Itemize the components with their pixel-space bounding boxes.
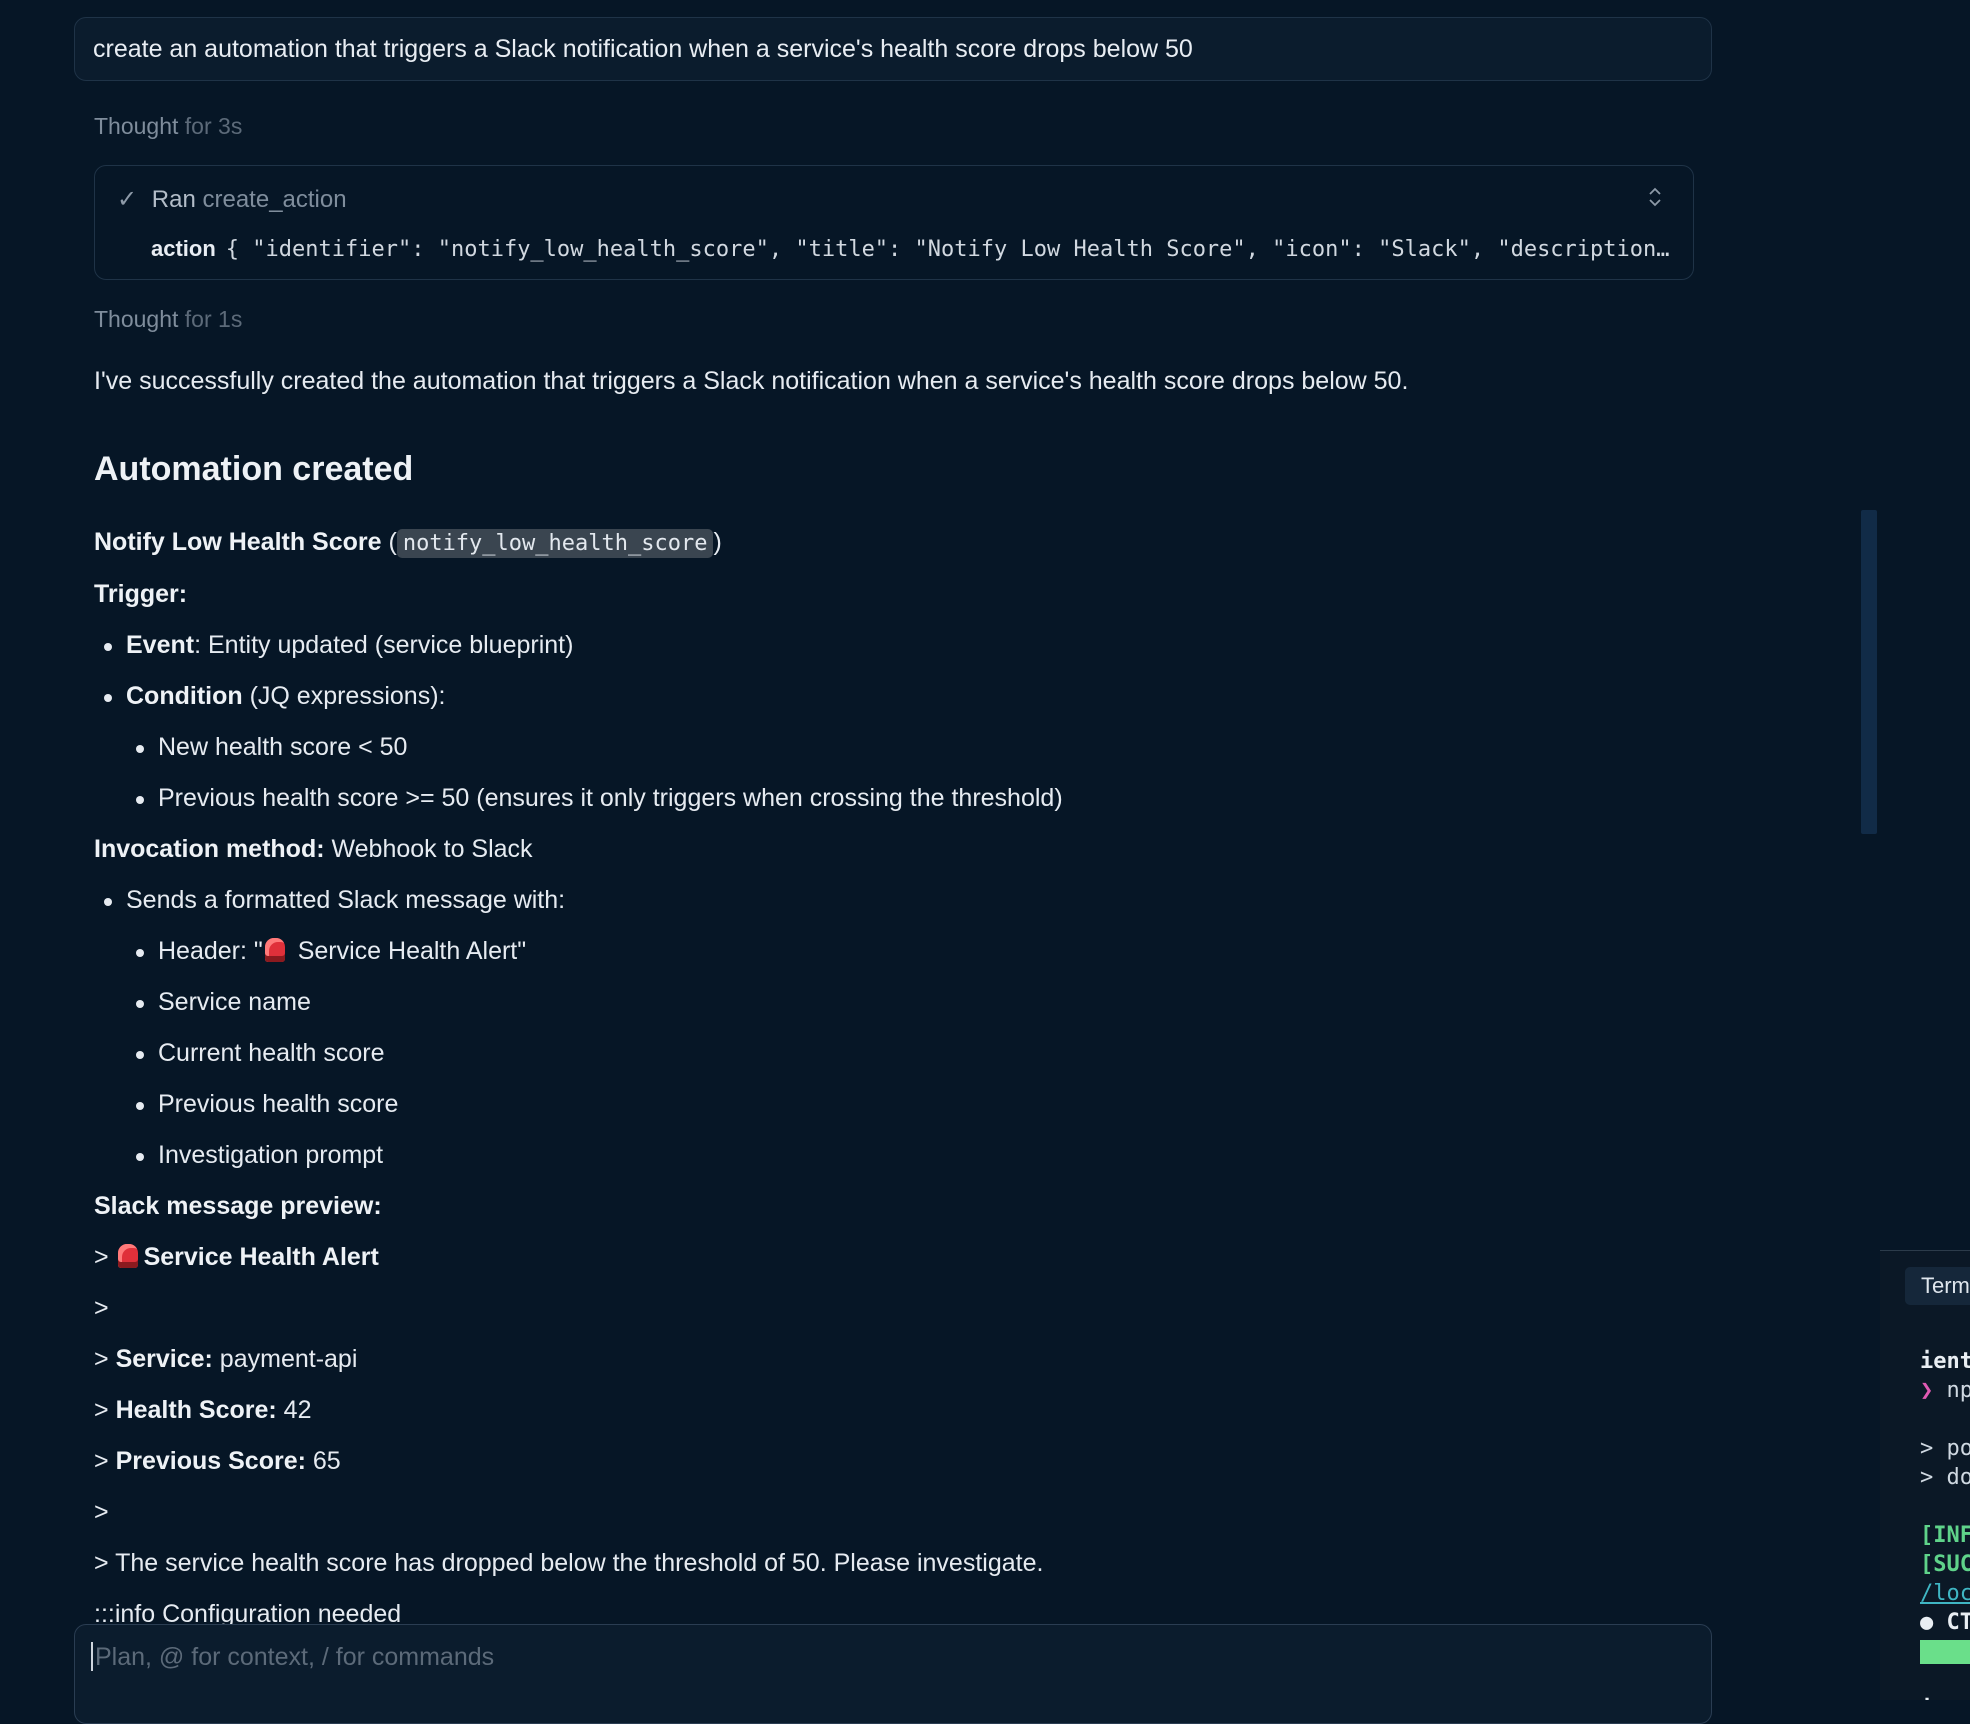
tool-call-card[interactable]: ✓ Ran create_action action { "identifier"…	[94, 165, 1694, 280]
service-label: Service:	[115, 1345, 213, 1373]
quote-char: >	[94, 1243, 109, 1271]
tool-call-header: ✓ Ran create_action	[117, 185, 347, 214]
siren-icon	[117, 1244, 138, 1268]
list-item: Investigation prompt	[136, 1130, 1654, 1181]
tool-call-name: create_action	[202, 186, 347, 213]
event-value: : Entity updated (service blueprint)	[194, 631, 574, 659]
terminal-line: ient	[1920, 1695, 1970, 1700]
list-item: Current health score	[136, 1028, 1654, 1079]
condition-label: Condition	[126, 682, 243, 710]
list-item: New health score < 50	[136, 722, 1654, 773]
message-fields-list: Header: " Service Health Alert" Service …	[126, 926, 1654, 1181]
response-intro: I've successfully created the automation…	[94, 367, 1409, 395]
quote-char: >	[94, 1447, 109, 1475]
terminal-line: [SUC	[1920, 1552, 1970, 1577]
previous-label: Previous Score:	[115, 1447, 306, 1475]
preview-title-line: > Service Health Alert	[94, 1232, 1654, 1283]
terminal-link[interactable]: /loc	[1920, 1579, 1970, 1608]
invocation-line: Invocation method: Webhook to Slack	[94, 824, 1654, 875]
chevron-up-down-icon[interactable]	[1647, 186, 1663, 208]
tool-arg-key: action	[151, 236, 216, 261]
terminal-output: ient ❯ np > po > do [INF [SUC /loc ● CT …	[1920, 1347, 1970, 1700]
response-heading: Automation created	[94, 450, 414, 488]
tool-call-status: Ran	[151, 186, 196, 213]
thought-indicator[interactable]: Thought for 3s	[94, 113, 242, 140]
user-prompt-text: create an automation that triggers a Sla…	[93, 35, 1193, 63]
conditions-list: New health score < 50 Previous health sc…	[126, 722, 1654, 824]
health-label: Health Score:	[115, 1396, 277, 1424]
preview-service-line: > Service: payment-api	[94, 1334, 1654, 1385]
quote-char: >	[94, 1396, 109, 1424]
condition-value: (JQ expressions):	[242, 682, 446, 710]
thought-label: Thought	[94, 306, 179, 332]
terminal-line: ❯ np	[1920, 1378, 1970, 1403]
progress-bar	[1920, 1640, 1970, 1664]
invocation-label: Invocation method:	[94, 835, 325, 863]
terminal-line: [INF	[1920, 1523, 1970, 1548]
scrollbar-thumb[interactable]	[1861, 510, 1877, 834]
list-item: Previous health score	[136, 1079, 1654, 1130]
quote-line: >	[94, 1294, 109, 1322]
list-item: Condition (JQ expressions): New health s…	[104, 671, 1654, 824]
health-value: 42	[276, 1396, 312, 1424]
preview-previous-line: > Previous Score: 65	[94, 1436, 1654, 1487]
service-value: payment-api	[212, 1345, 358, 1373]
preview-label: Slack message preview:	[94, 1192, 382, 1220]
chat-input-box[interactable]	[74, 1624, 1712, 1724]
terminal-line: > do	[1920, 1465, 1970, 1490]
list-item: Sends a formatted Slack message with: He…	[104, 875, 1654, 1181]
thought-label: Thought	[94, 113, 179, 139]
preview-title: Service Health Alert	[143, 1243, 379, 1271]
terminal-line: > po	[1920, 1436, 1970, 1461]
sends-text: Sends a formatted Slack message with:	[126, 886, 566, 914]
list-item: Previous health score >= 50 (ensures it …	[136, 773, 1654, 824]
terminal-panel[interactable]: Term ient ❯ np > po > do [INF [SUC /loc …	[1880, 1251, 1970, 1700]
tab-terminal[interactable]: Term	[1905, 1267, 1970, 1305]
assistant-response: I've successfully created the automation…	[94, 356, 1654, 1640]
header-item-suffix: Service Health Alert"	[290, 937, 527, 965]
header-item-prefix: Header: "	[158, 937, 263, 965]
thought-duration: for 1s	[184, 306, 243, 332]
trigger-label: Trigger:	[94, 580, 188, 608]
automation-title-line: Notify Low Health Score (notify_low_heal…	[94, 528, 722, 558]
quote-char: >	[94, 1345, 109, 1373]
terminal-line	[1920, 1637, 1970, 1666]
tool-call-arguments: action { "identifier": "notify_low_health…	[151, 236, 1671, 262]
event-label: Event	[126, 631, 195, 659]
automation-title: Notify Low Health Score	[94, 528, 382, 556]
user-prompt-message: create an automation that triggers a Sla…	[74, 17, 1712, 81]
message-list: Sends a formatted Slack message with: He…	[94, 875, 1654, 1181]
tool-arg-value: { "identifier": "notify_low_health_score…	[225, 237, 1670, 262]
prompt-icon: ❯	[1920, 1378, 1934, 1403]
list-item: Header: " Service Health Alert"	[136, 926, 1654, 977]
automation-identifier: notify_low_health_score	[396, 529, 714, 558]
check-icon: ✓	[117, 186, 138, 213]
preview-message: > The service health score has dropped b…	[94, 1549, 1044, 1577]
terminal-line: ● CT	[1920, 1610, 1970, 1635]
trigger-list: Event: Entity updated (service blueprint…	[94, 620, 1654, 824]
list-item: Event: Entity updated (service blueprint…	[104, 620, 1654, 671]
previous-value: 65	[305, 1447, 341, 1475]
quote-line: >	[94, 1498, 109, 1526]
thought-indicator[interactable]: Thought for 1s	[94, 306, 242, 333]
preview-health-line: > Health Score: 42	[94, 1385, 1654, 1436]
invocation-value: Webhook to Slack	[324, 835, 533, 863]
thought-duration: for 3s	[184, 113, 243, 139]
terminal-line: ient	[1920, 1349, 1970, 1374]
siren-icon	[264, 938, 285, 962]
list-item: Service name	[136, 977, 1654, 1028]
chat-input[interactable]	[93, 1637, 1657, 1677]
